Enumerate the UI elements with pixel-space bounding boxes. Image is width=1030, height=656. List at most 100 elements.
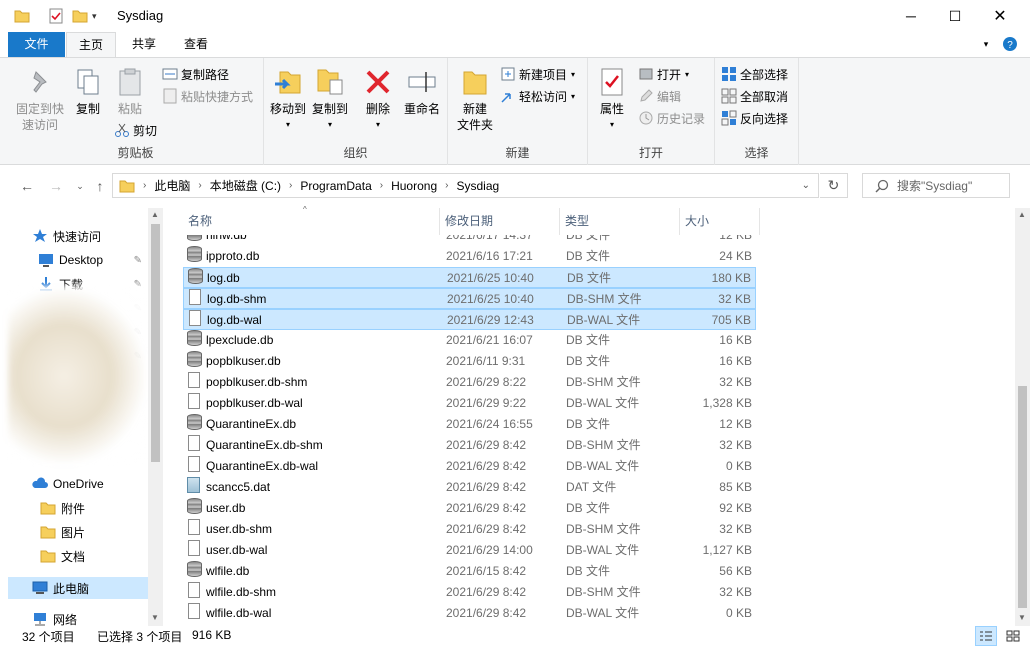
file-name: user.db-shm <box>206 522 273 536</box>
ribbon-collapse-icon[interactable]: ▾ <box>978 32 994 57</box>
breadcrumb-separator-icon[interactable]: › <box>143 180 146 191</box>
properties-quick-icon[interactable] <box>48 7 64 25</box>
file-row[interactable]: ipproto.db 2021/6/16 17:21 DB 文件 24 KB <box>183 246 756 267</box>
scroll-up-icon[interactable]: ▲ <box>1018 210 1026 219</box>
tab-share[interactable]: 共享 <box>122 32 166 57</box>
file-row[interactable]: lpexclude.db 2021/6/21 16:07 DB 文件 16 KB <box>183 330 756 351</box>
file-row[interactable]: scancc5.dat 2021/6/29 8:42 DAT 文件 85 KB <box>183 477 756 498</box>
address-dropdown-chevron-icon[interactable]: ⌄ <box>802 180 810 191</box>
details-view-icon[interactable] <box>975 626 997 646</box>
file-row[interactable]: log.db 2021/6/25 10:40 DB 文件 180 KB <box>183 267 756 288</box>
file-name: log.db-wal <box>207 313 262 327</box>
column-header-date[interactable]: 修改日期 <box>440 208 560 235</box>
new-folder-quick-icon[interactable] <box>72 7 88 25</box>
file-row[interactable]: log.db-shm 2021/6/25 10:40 DB-SHM 文件 32 KB <box>183 288 756 309</box>
new-folder-icon <box>459 66 491 98</box>
column-header-type[interactable]: 类型 <box>560 208 680 235</box>
scroll-up-icon[interactable]: ▲ <box>151 210 159 219</box>
breadcrumb-separator-icon[interactable]: › <box>198 180 201 191</box>
breadcrumb-separator-icon[interactable]: › <box>289 180 292 191</box>
select-none-icon <box>721 88 737 104</box>
file-row[interactable]: user.db-wal 2021/6/29 14:00 DB-WAL 文件 1,127… <box>183 540 756 561</box>
file-row[interactable]: popblkuser.db-shm 2021/6/29 8:22 DB-SHM 文件… <box>183 372 756 393</box>
file-row[interactable]: popblkuser.db-wal 2021/6/29 9:22 DB-WAL 文件… <box>183 393 756 414</box>
breadcrumb-programdata[interactable]: ProgramData <box>300 179 371 193</box>
file-list-scrollbar-thumb[interactable] <box>1018 386 1027 608</box>
close-button[interactable]: ✕ <box>977 0 1023 32</box>
select-all-button[interactable]: 全部选择 <box>721 64 788 84</box>
file-row[interactable]: user.db 2021/6/29 8:42 DB 文件 92 KB <box>183 498 756 519</box>
scroll-down-icon[interactable]: ▼ <box>151 613 159 622</box>
minimize-button[interactable]: ─ <box>888 0 934 32</box>
delete-button[interactable]: 删除 ▾ <box>360 66 396 133</box>
breadcrumb-separator-icon[interactable]: › <box>445 180 448 191</box>
copy-button[interactable]: 复制 <box>68 66 108 117</box>
breadcrumb-sysdiag[interactable]: Sysdiag <box>456 179 499 193</box>
new-item-button[interactable]: 新建项目 ▾ <box>500 64 575 84</box>
file-row[interactable]: QuarantineEx.db-shm 2021/6/29 8:42 DB-SHM … <box>183 435 756 456</box>
file-type: DB-WAL 文件 <box>567 313 641 327</box>
breadcrumb-this-pc[interactable]: 此电脑 <box>154 177 190 194</box>
file-date: 2021/6/29 8:42 <box>446 522 527 536</box>
new-folder-button[interactable]: 新建 文件夹 <box>452 66 498 133</box>
nav-scrollbar-thumb[interactable] <box>151 224 160 462</box>
back-arrow-icon[interactable]: ← <box>17 176 37 196</box>
select-none-button[interactable]: 全部取消 <box>721 86 788 106</box>
history-button[interactable]: 历史记录 <box>638 108 705 128</box>
ribbon-tabs: 文件 主页 共享 查看 ▾ ? <box>0 32 1030 57</box>
nav-desktop[interactable]: Desktop ✎ <box>38 249 148 271</box>
maximize-button[interactable]: ☐ <box>932 0 978 32</box>
rename-button[interactable]: 重命名 <box>400 66 444 117</box>
pin-quick-access-button[interactable]: 固定到快 速访问 <box>14 66 66 133</box>
search-input[interactable]: 搜索"Sysdiag" <box>862 173 1010 198</box>
address-bar[interactable]: › 此电脑 › 本地磁盘 (C:) › ProgramData › Huoron… <box>112 173 819 198</box>
column-header-size[interactable]: 大小 <box>680 208 760 235</box>
nav-this-pc[interactable]: 此电脑 <box>8 577 148 599</box>
cut-button[interactable]: 剪切 <box>114 120 157 140</box>
nav-scrollbar[interactable]: ▲ ▼ <box>148 208 163 626</box>
file-row[interactable]: wlfile.db-wal 2021/6/29 8:42 DB-WAL 文件 0 KB <box>183 603 756 624</box>
file-name: user.db-wal <box>206 543 268 557</box>
file-row[interactable]: popblkuser.db 2021/6/11 9:31 DB 文件 16 KB <box>183 351 756 372</box>
easy-access-button[interactable]: 轻松访问 ▾ <box>500 86 575 106</box>
scroll-down-icon[interactable]: ▼ <box>1018 613 1026 622</box>
file-row[interactable]: QuarantineEx.db-wal 2021/6/29 8:42 DB-WAL … <box>183 456 756 477</box>
folder-icon <box>40 548 56 564</box>
file-date: 2021/6/29 8:42 <box>446 606 527 620</box>
pin-icon: ✎ <box>133 254 142 266</box>
breadcrumb-separator-icon[interactable]: › <box>380 180 383 191</box>
file-type: DB-SHM 文件 <box>566 585 641 599</box>
tab-file[interactable]: 文件 <box>8 32 65 57</box>
breadcrumb-huorong[interactable]: Huorong <box>391 179 437 193</box>
breadcrumb-c-drive[interactable]: 本地磁盘 (C:) <box>210 177 281 194</box>
file-row[interactable]: QuarantineEx.db 2021/6/24 16:55 DB 文件 12 KB <box>183 414 756 435</box>
recent-locations-chevron-icon[interactable]: ⌄ <box>70 176 90 196</box>
file-row[interactable]: wlfile.db 2021/6/15 8:42 DB 文件 56 KB <box>183 561 756 582</box>
document-file-icon <box>188 456 200 472</box>
column-header-name[interactable]: 名称 <box>183 208 440 235</box>
copy-path-button[interactable]: 复制路径 <box>162 64 229 84</box>
paste-button[interactable]: 粘贴 <box>110 66 150 117</box>
move-to-button[interactable]: 移动到 ▾ <box>268 66 308 133</box>
desktop-icon <box>38 252 54 268</box>
help-icon[interactable]: ? <box>1000 32 1020 57</box>
up-arrow-icon[interactable]: ↑ <box>90 176 110 196</box>
tab-home[interactable]: 主页 <box>66 32 116 57</box>
file-list-scrollbar[interactable]: ▲ ▼ <box>1015 208 1030 626</box>
properties-button[interactable]: 属性 ▾ <box>592 66 632 133</box>
customize-toolbar-icon[interactable]: ▾ <box>92 7 97 25</box>
forward-arrow-icon[interactable]: → <box>46 176 66 196</box>
star-icon <box>32 228 48 244</box>
edit-button[interactable]: 编辑 <box>638 86 681 106</box>
refresh-button[interactable]: ↻ <box>820 173 848 198</box>
file-row[interactable]: user.db-shm 2021/6/29 8:42 DB-SHM 文件 32 KB <box>183 519 756 540</box>
copy-to-button[interactable]: 复制到 ▾ <box>310 66 350 133</box>
tab-view[interactable]: 查看 <box>174 32 218 57</box>
open-button[interactable]: 打开 ▾ <box>638 64 689 84</box>
file-date: 2021/6/24 16:55 <box>446 417 533 431</box>
paste-shortcut-button[interactable]: 粘贴快捷方式 <box>162 86 253 106</box>
large-icons-view-icon[interactable] <box>1002 626 1024 646</box>
file-row[interactable]: log.db-wal 2021/6/29 12:43 DB-WAL 文件 705 KB <box>183 309 756 330</box>
file-row[interactable]: wlfile.db-shm 2021/6/29 8:42 DB-SHM 文件 32 K… <box>183 582 756 603</box>
invert-selection-button[interactable]: 反向选择 <box>721 108 788 128</box>
